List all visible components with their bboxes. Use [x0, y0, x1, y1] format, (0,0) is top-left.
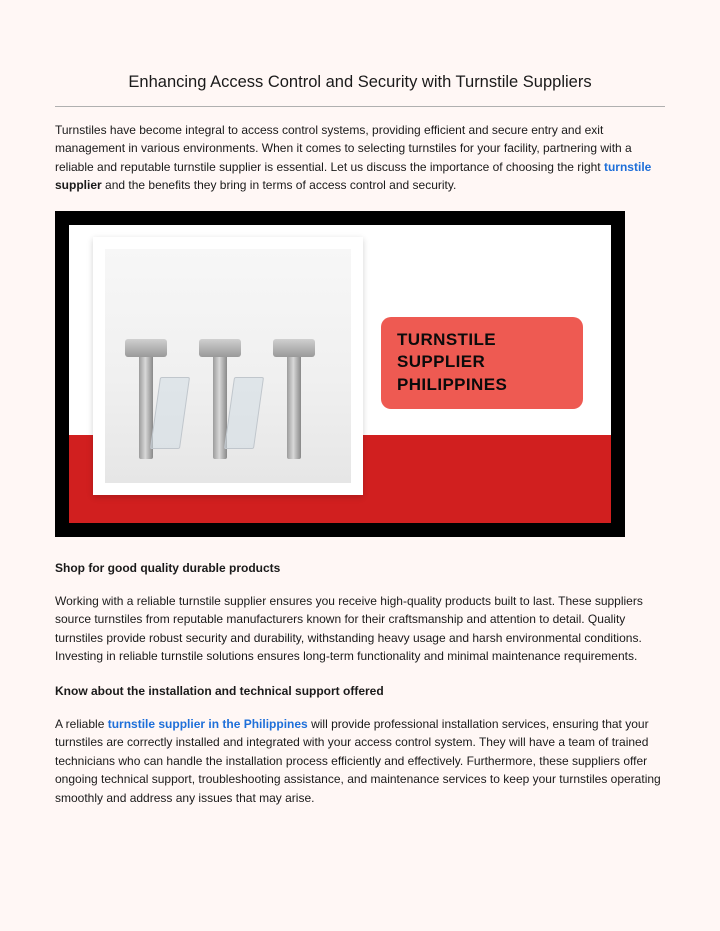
intro-text-pre: Turnstiles have become integral to acces… [55, 123, 632, 174]
page-title: Enhancing Access Control and Security wi… [55, 70, 665, 96]
banner-badge-text: TURNSTILE SUPPLIER PHILIPPINES [397, 329, 567, 398]
banner-badge: TURNSTILE SUPPLIER PHILIPPINES [381, 317, 583, 409]
section2-pre: A reliable [55, 717, 108, 731]
title-divider [55, 106, 665, 107]
turnstile-photo [105, 249, 351, 483]
badge-line-1: TURNSTILE SUPPLIER [397, 329, 567, 375]
intro-text-post: and the benefits they bring in terms of … [102, 178, 457, 192]
banner-frame: TURNSTILE SUPPLIER PHILIPPINES [55, 211, 625, 537]
section1-body: Working with a reliable turnstile suppli… [55, 592, 665, 666]
turnstile-gate-icon [273, 339, 315, 459]
turnstile-gate-icon [125, 339, 167, 459]
turnstile-photo-frame [93, 237, 363, 495]
section2-body: A reliable turnstile supplier in the Phi… [55, 715, 665, 808]
section2-heading: Know about the installation and technica… [55, 682, 665, 701]
turnstile-link[interactable]: turnstile [604, 160, 651, 174]
turnstile-gate-icon [199, 339, 241, 459]
section1-heading: Shop for good quality durable products [55, 559, 665, 578]
intro-paragraph: Turnstiles have become integral to acces… [55, 121, 665, 195]
supplier-ph-link[interactable]: turnstile supplier in the Philippines [108, 717, 308, 731]
intro-text-mid: supplier [55, 178, 102, 192]
badge-line-2: PHILIPPINES [397, 374, 567, 397]
banner-inner: TURNSTILE SUPPLIER PHILIPPINES [69, 225, 611, 523]
